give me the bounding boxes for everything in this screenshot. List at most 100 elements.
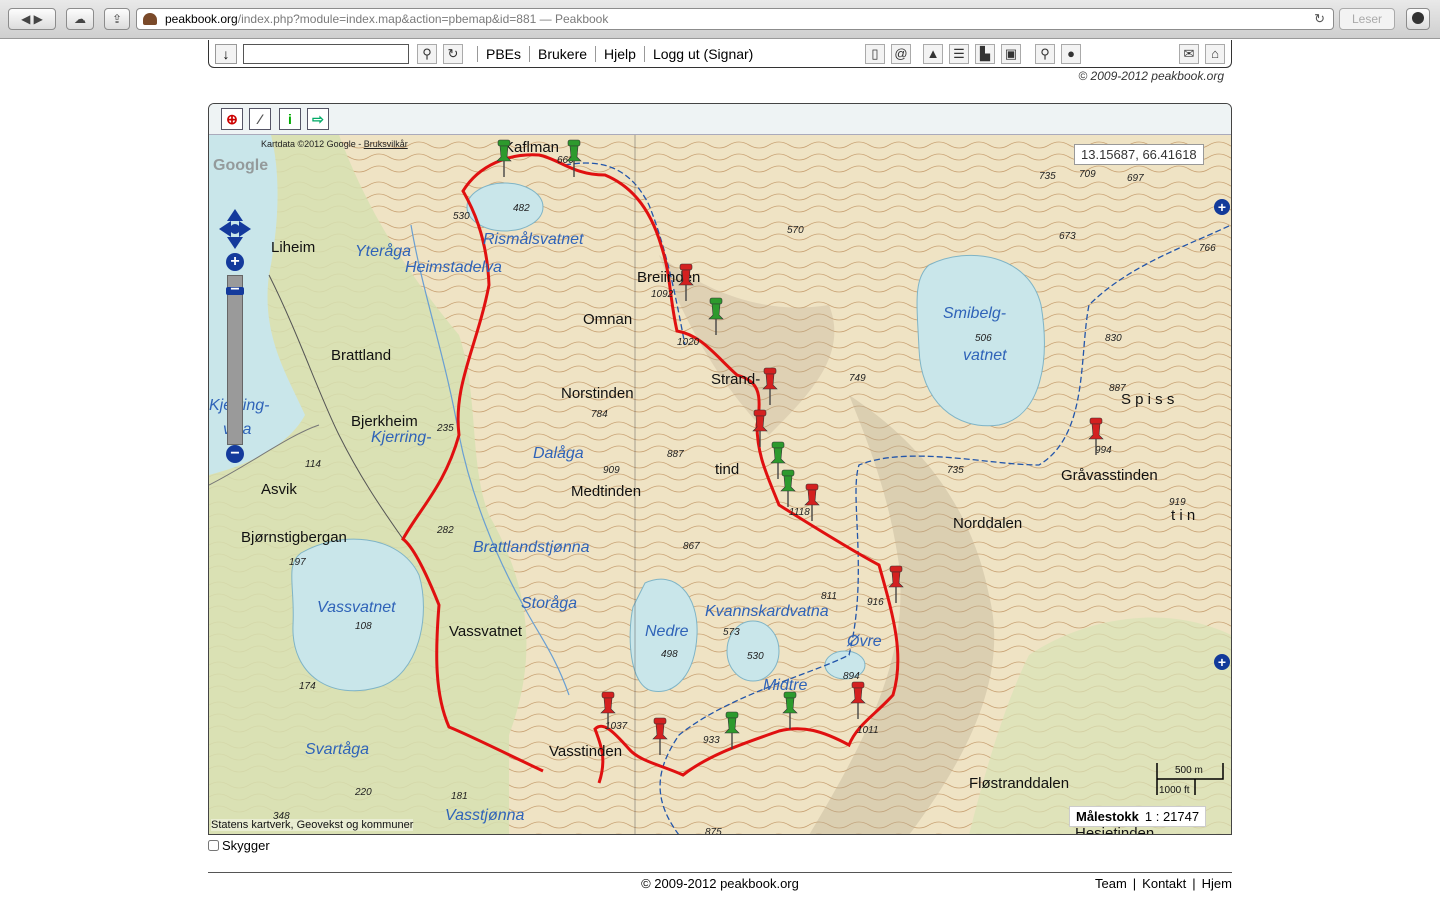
elevation-label: 919 <box>1169 497 1186 508</box>
place-label: tind <box>715 461 740 478</box>
elevation-label: 697 <box>1127 173 1144 184</box>
downloads-icon[interactable] <box>1406 8 1430 30</box>
expand-right-bottom-icon[interactable]: + <box>1214 654 1230 670</box>
search-input[interactable] <box>243 44 409 64</box>
scale-imperial: 1000 ft <box>1159 785 1190 796</box>
refresh-icon[interactable]: ↻ <box>443 44 463 64</box>
terms-link[interactable]: Bruksvilkår <box>364 139 408 149</box>
toolbar-copyright: © 2009-2012 peakbook.org <box>1078 69 1224 83</box>
mail-icon[interactable]: ✉ <box>1179 44 1199 64</box>
measure-ruler-icon[interactable]: ⁄ <box>249 108 271 130</box>
zoom-in-button[interactable]: + <box>226 253 244 271</box>
elevation-label: 1020 <box>677 337 700 348</box>
scale-label: Målestokk <box>1076 809 1139 824</box>
place-label: Norstinden <box>561 385 634 402</box>
browser-chrome: ◀ ▶ ☁ ⇪ peakbook.org/index.php?module=in… <box>0 0 1440 39</box>
shadows-checkbox[interactable] <box>208 840 219 851</box>
water-label: Brattlandstjønna <box>473 539 590 556</box>
main-nav: PBEs Brukere Hjelp Logg ut (Signar) <box>477 40 761 68</box>
kartdata-attribution: Kartdata ©2012 Google - Bruksvilkår <box>261 139 408 149</box>
export-icon[interactable]: ⇨ <box>307 108 329 130</box>
elevation-label: 830 <box>1105 333 1122 344</box>
elevation-label: 482 <box>513 203 530 214</box>
page-title: — Peakbook <box>536 12 609 26</box>
elevation-label: 933 <box>703 735 720 746</box>
place-label: Medtinden <box>571 483 642 500</box>
book-icon[interactable]: ▯ <box>865 44 885 64</box>
place-label: Vasstinden <box>549 743 623 760</box>
pan-control-icon[interactable] <box>217 207 253 251</box>
back-forward-buttons[interactable]: ◀ ▶ <box>8 8 56 30</box>
elevation-label: 875 <box>705 827 722 835</box>
elevation-label: 887 <box>1109 383 1126 394</box>
elevation-label: 673 <box>1059 231 1076 242</box>
site-toolbar: ↓ ⚲ ↻ PBEs Brukere Hjelp Logg ut (Signar… <box>208 40 1232 68</box>
reader-button[interactable]: Leser <box>1339 8 1395 30</box>
scale-metric: 500 m <box>1175 765 1203 776</box>
search-icon[interactable]: ⚲ <box>417 44 437 64</box>
photo-icon[interactable]: ▣ <box>1001 44 1021 64</box>
address-bar[interactable]: peakbook.org/index.php?module=index.map&… <box>136 8 1334 30</box>
elevation-label: 766 <box>1199 243 1216 254</box>
elevation-label: 573 <box>723 627 740 638</box>
map-canvas[interactable]: Kaflman Liheim Brattland Bjerkheim Asvik Bjør… <box>209 135 1231 835</box>
shadows-label: Skygger <box>222 838 270 853</box>
nav-logout[interactable]: Logg ut (Signar) <box>643 46 761 62</box>
elevation-label: 506 <box>975 333 992 344</box>
share-icon[interactable]: ⇪ <box>104 8 130 30</box>
info-icon[interactable]: i <box>279 108 301 130</box>
elevation-label: 867 <box>683 541 700 552</box>
water-label: Nedre <box>645 623 689 640</box>
elevation-label: 1092 <box>651 289 674 300</box>
elevation-label: 498 <box>661 649 678 660</box>
water-label: Storåga <box>521 595 578 612</box>
elevation-label: 735 <box>1039 171 1056 182</box>
place-label: Fløstranddalen <box>969 775 1070 792</box>
elevation-label: 570 <box>787 225 804 236</box>
elevation-label: 530 <box>747 651 764 662</box>
nav-brukere[interactable]: Brukere <box>529 46 595 62</box>
water-label: Svartåga <box>305 741 370 758</box>
place-label: Strand- <box>711 371 761 388</box>
place-label: Asvik <box>261 481 297 498</box>
at-icon[interactable]: @ <box>891 44 911 64</box>
url-path: /index.php?module=index.map&action=pbema… <box>237 12 537 26</box>
elevation-label: 114 <box>305 459 321 470</box>
footer-sep: | <box>1132 876 1137 891</box>
place-label: Bjørnstigbergan <box>241 529 347 546</box>
google-logo: Google <box>213 157 269 174</box>
elevation-label: 181 <box>451 791 468 802</box>
icloud-icon[interactable]: ☁ <box>66 8 94 30</box>
elevation-label: 709 <box>1079 169 1096 180</box>
shadows-toggle[interactable]: Skygger <box>208 838 270 853</box>
footer-link-hjem[interactable]: Hjem <box>1202 876 1232 891</box>
place-label: Liheim <box>271 239 316 256</box>
globe-icon[interactable]: ● <box>1061 44 1081 64</box>
url-host: peakbook.org <box>165 12 238 26</box>
home-icon[interactable]: ⌂ <box>1205 44 1225 64</box>
water-label: Dalåga <box>533 445 584 462</box>
footer-link-team[interactable]: Team <box>1095 876 1127 891</box>
list-icon[interactable]: ☰ <box>949 44 969 64</box>
reload-icon[interactable]: ↻ <box>1314 9 1325 29</box>
place-label: Norddalen <box>953 515 1023 532</box>
peakbook-favicon-icon <box>143 13 157 25</box>
elevation-label: 530 <box>453 211 470 222</box>
mountain-icon[interactable]: ▲ <box>923 44 943 64</box>
zoom-out-button[interactable]: − <box>226 445 244 463</box>
pin-icon[interactable]: ⚲ <box>1035 44 1055 64</box>
footer-link-kontakt[interactable]: Kontakt <box>1142 876 1186 891</box>
expand-right-top-icon[interactable]: + <box>1214 199 1230 215</box>
zoom-slider[interactable] <box>227 275 243 445</box>
footer-sep: | <box>1192 876 1196 891</box>
zoom-box-icon[interactable]: ⊕ <box>221 108 243 130</box>
nav-pbes[interactable]: PBEs <box>477 46 529 62</box>
elevation-label: 784 <box>591 409 608 420</box>
footer-divider <box>208 872 1232 873</box>
download-arrow-icon[interactable]: ↓ <box>215 44 237 64</box>
boot-icon[interactable]: ▙ <box>975 44 995 64</box>
water-label: Smibelg- <box>943 305 1007 322</box>
elevation-label: 735 <box>947 465 964 476</box>
nav-hjelp[interactable]: Hjelp <box>595 46 644 62</box>
zoom-slider-handle[interactable]: − <box>226 282 244 298</box>
